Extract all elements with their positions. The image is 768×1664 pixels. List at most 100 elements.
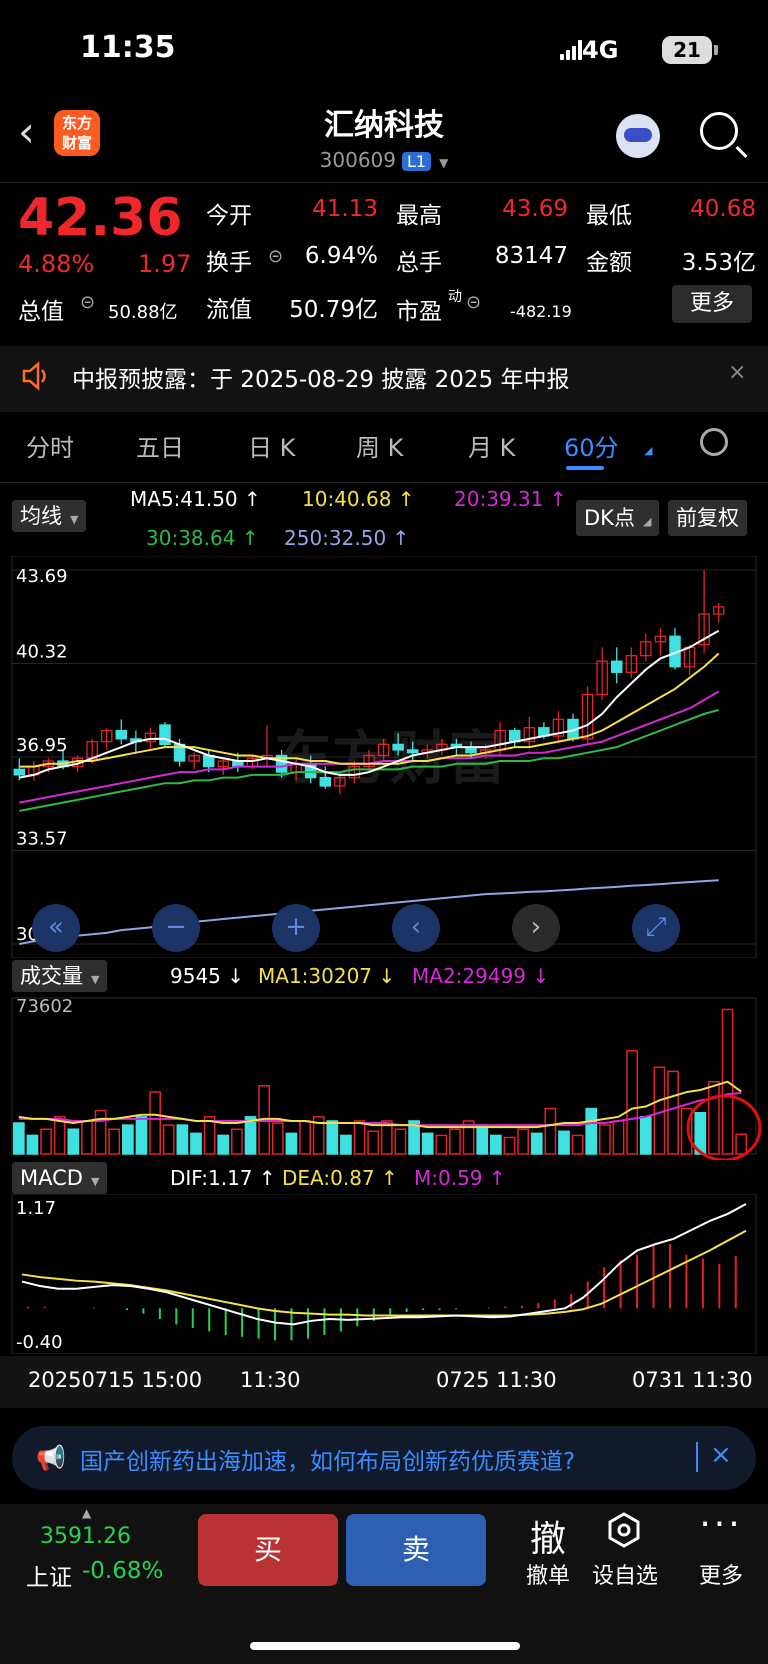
high-label: 最高	[396, 203, 442, 229]
search-icon[interactable]	[700, 112, 738, 150]
turnover-value: 6.94%	[304, 243, 378, 269]
tab-weekly[interactable]: 周 K	[356, 428, 403, 463]
volume-selector-label: 成交量	[20, 964, 83, 988]
volume-bar	[544, 1107, 557, 1155]
chevron-up-icon: ▲	[82, 1506, 92, 1520]
mktcap-label: 总值	[18, 299, 64, 325]
info-icon[interactable]: ⊝	[466, 292, 481, 313]
double-left-icon[interactable]: «	[32, 904, 80, 952]
network-label: 4G	[582, 36, 619, 64]
banner-text[interactable]: 国产创新药出海加速，如何布局创新药优质赛道?	[80, 1442, 575, 1476]
volume-bar	[626, 1049, 639, 1155]
tab-daily[interactable]: 日 K	[248, 428, 295, 463]
macd-m: M:0.59 ↑	[414, 1166, 506, 1190]
macd-selector-label: MACD	[20, 1166, 83, 1190]
sell-button[interactable]: 卖	[346, 1514, 486, 1586]
float-value: 50.79亿	[289, 297, 378, 323]
dropdown-icon: ▼	[90, 1175, 100, 1188]
volume-bar	[26, 1134, 39, 1155]
tab-intraday[interactable]: 分时	[26, 428, 74, 463]
volume-chart[interactable]: 73602	[0, 996, 768, 1160]
info-icon[interactable]: ⊝	[268, 246, 283, 267]
plus-icon[interactable]: +	[272, 904, 320, 952]
tab-5day[interactable]: 五日	[136, 428, 184, 463]
change-percent: 4.88%	[18, 250, 95, 278]
info-icon[interactable]: ⊝	[80, 292, 95, 313]
cancel-order-icon[interactable]: 撤	[503, 1510, 593, 1562]
right-icon[interactable]: ›	[512, 904, 560, 952]
candle-body	[406, 749, 419, 754]
robot-assistant-icon[interactable]	[616, 114, 660, 158]
ma10-value: 10:40.68 ↑	[302, 487, 415, 511]
volume-bar	[639, 1116, 652, 1155]
index-value[interactable]: 3591.26	[40, 1524, 131, 1549]
tab-monthly[interactable]: 月 K	[468, 428, 515, 463]
tab-60min[interactable]: 60分	[564, 428, 619, 463]
volume-bar	[558, 1130, 570, 1155]
expand-icon[interactable]: ⤢	[632, 904, 680, 952]
volume-bar	[667, 1070, 679, 1155]
minus-icon[interactable]: −	[152, 904, 200, 952]
volume-bar	[190, 1132, 202, 1155]
high-value: 43.69	[502, 196, 568, 222]
volume-bar	[271, 1122, 284, 1155]
macd-chart[interactable]: 1.17 -0.40	[0, 1194, 768, 1354]
dk-point-button[interactable]: DK点 ◢	[576, 500, 660, 536]
left-icon[interactable]: ‹	[392, 904, 440, 952]
volume-bar	[94, 1109, 107, 1155]
volume-bar	[12, 1122, 25, 1155]
volume-bar	[40, 1128, 52, 1155]
volume-value: 83147	[494, 243, 568, 269]
amount-value: 3.53亿	[681, 250, 756, 276]
add-watchlist-button[interactable]: 设自选	[580, 1558, 670, 1590]
index-change[interactable]: -0.68%	[82, 1558, 163, 1584]
close-icon[interactable]: ×	[710, 1440, 732, 1470]
close-icon[interactable]: ×	[728, 360, 746, 385]
volume-bar	[476, 1124, 489, 1155]
active-tab-indicator	[566, 466, 604, 470]
volume-bar	[503, 1136, 516, 1155]
open-label: 今开	[206, 203, 252, 229]
price-tick-label: 36.95	[16, 735, 68, 756]
more-button[interactable]: 更多	[672, 285, 752, 323]
pe-superscript: 动	[448, 289, 462, 305]
volume-bar	[735, 1133, 748, 1155]
notice-text[interactable]: 中报预披露：于 2025-08-29 披露 2025 年中报	[72, 360, 569, 394]
candlestick-chart[interactable]: 东方财富 43.6940.3236.9533.5730.20	[0, 556, 768, 958]
volume-axis-max: 73602	[16, 996, 73, 1017]
volume-bar	[367, 1130, 380, 1155]
volume-bar	[585, 1107, 598, 1155]
volume-bar	[299, 1120, 311, 1155]
volume-bar	[612, 1120, 625, 1155]
price-tick-label: 43.69	[16, 566, 68, 587]
volume-bar	[394, 1128, 407, 1155]
candle-body	[392, 743, 404, 751]
volume-selector[interactable]: 成交量 ▼	[12, 960, 108, 992]
amount-label: 金额	[586, 250, 632, 276]
volume-bar	[353, 1120, 366, 1155]
dk-point-label: DK点	[584, 506, 635, 530]
price-tick-label: 33.57	[16, 829, 68, 850]
more-menu-button[interactable]: 更多	[676, 1558, 766, 1590]
volume-bar	[489, 1134, 502, 1155]
buy-button[interactable]: 买	[198, 1514, 338, 1586]
dropdown-icon: ◢	[644, 444, 653, 457]
volume-ma1-line	[18, 1080, 742, 1129]
gear-icon[interactable]	[700, 428, 728, 456]
turnover-label: 换手	[206, 250, 252, 276]
ma-selector[interactable]: 均线 ▼	[12, 500, 87, 532]
watchlist-icon[interactable]	[606, 1512, 642, 1548]
index-name[interactable]: 上证	[26, 1558, 72, 1592]
forward-adjust-button[interactable]: 前复权	[668, 500, 747, 536]
volume-bar	[708, 1080, 720, 1155]
time-axis-label: 11:30	[240, 1368, 301, 1392]
macd-axis-min: -0.40	[16, 1332, 63, 1353]
macd-selector[interactable]: MACD ▼	[12, 1162, 108, 1194]
price-axis: 43.6940.3236.9533.5730.20	[16, 566, 68, 945]
more-dots-icon[interactable]: ···	[676, 1504, 766, 1545]
volume-bar	[599, 1124, 611, 1155]
time-axis-label: 0725 11:30	[436, 1368, 557, 1392]
volume-bar	[176, 1124, 189, 1155]
price-tick-label: 40.32	[16, 642, 68, 663]
pe-label: 市盈	[396, 299, 442, 325]
